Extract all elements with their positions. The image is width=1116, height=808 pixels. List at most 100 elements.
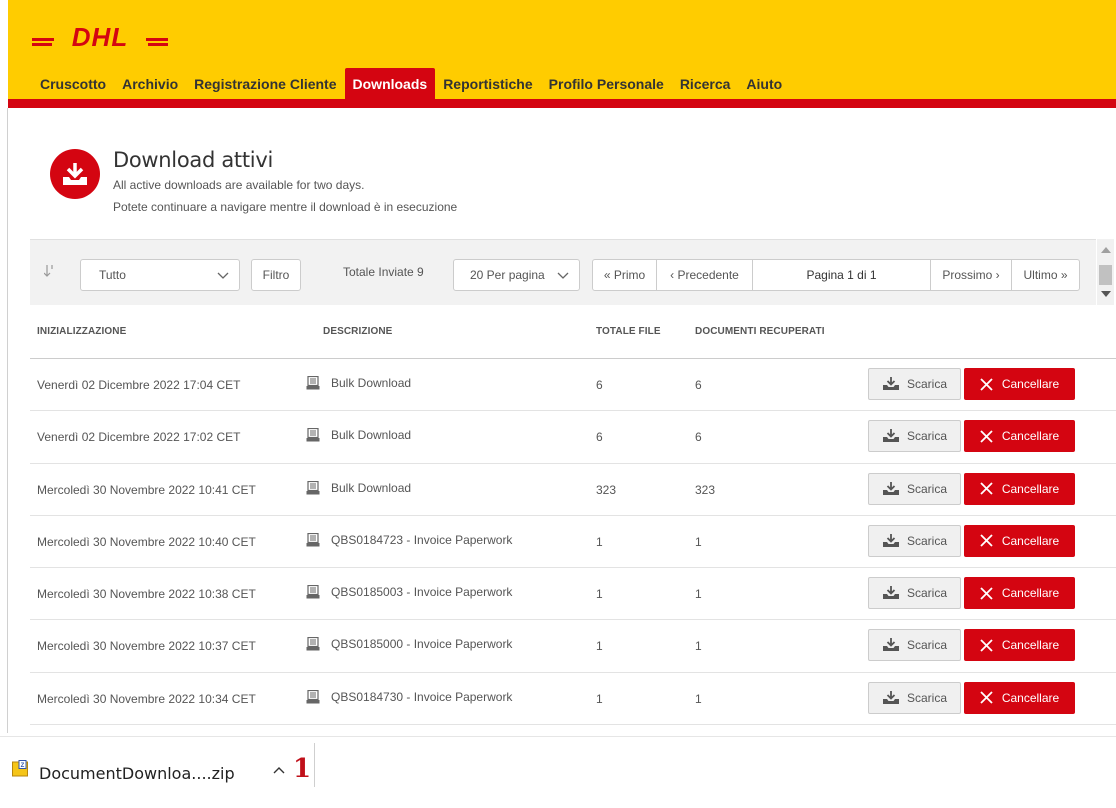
nav-item-ricerca[interactable]: Ricerca xyxy=(672,68,739,99)
download-button[interactable]: Scarica xyxy=(868,420,961,453)
dhl-logo[interactable]: DHL xyxy=(32,24,168,50)
table-row: Mercoledì 30 Novembre 2022 10:41 CET Bul… xyxy=(30,464,1116,516)
scrollbar[interactable] xyxy=(1097,239,1114,305)
row-date: Venerdì 02 Dicembre 2022 17:04 CET xyxy=(37,378,241,392)
row-documents-retrieved: 1 xyxy=(695,691,702,706)
column-header-desc: DESCRIZIONE xyxy=(323,326,393,337)
scroll-down-icon[interactable] xyxy=(1101,291,1111,297)
scroll-up-icon[interactable] xyxy=(1101,247,1111,253)
table-row: Mercoledì 30 Novembre 2022 10:38 CET QBS… xyxy=(30,568,1116,621)
nav-item-cruscotto[interactable]: Cruscotto xyxy=(32,68,114,99)
row-total-files: 1 xyxy=(596,639,603,654)
divider xyxy=(314,743,315,787)
document-icon xyxy=(306,532,320,547)
nav-item-registrazione-cliente[interactable]: Registrazione Cliente xyxy=(186,68,344,99)
row-description-text: Bulk Download xyxy=(331,376,412,390)
download-button[interactable]: Scarica xyxy=(868,524,961,557)
page-title: Download attivi xyxy=(113,148,273,172)
status-filter-value: Tutto xyxy=(99,268,126,282)
table-toolbar: Tutto Filtro Totale Inviate 9 20 Per pag… xyxy=(30,239,1096,305)
cancel-button[interactable]: Cancellare xyxy=(964,420,1075,453)
cancel-button[interactable]: Cancellare xyxy=(964,472,1075,505)
row-description-text: QBS0185003 - Invoice Paperwork xyxy=(331,585,513,600)
document-icon xyxy=(306,376,320,390)
cancel-button[interactable]: Cancellare xyxy=(964,368,1075,400)
row-total-files: 1 xyxy=(596,691,603,706)
download-file-name[interactable]: DocumentDownloa....zip xyxy=(39,764,235,783)
row-date: Mercoledì 30 Novembre 2022 10:40 CET xyxy=(37,534,256,549)
column-header-init: INIZIALIZZAZIONE xyxy=(37,326,127,337)
nav-item-archivio[interactable]: Archivio xyxy=(114,68,186,99)
per-page-value: 20 Per pagina xyxy=(470,268,545,282)
row-date: Venerdì 02 Dicembre 2022 17:02 CET xyxy=(37,430,241,445)
pagination-prev-button[interactable]: ‹ Precedente xyxy=(657,260,753,290)
cancel-button[interactable]: Cancellare xyxy=(964,577,1075,610)
row-description: Bulk Download xyxy=(306,376,411,390)
row-documents-retrieved: 1 xyxy=(695,639,702,654)
header-bar: DHL Cruscotto Archivio Registrazione Cli… xyxy=(8,0,1116,108)
table-row: Mercoledì 30 Novembre 2022 10:37 CET QBS… xyxy=(30,620,1116,673)
document-icon xyxy=(306,428,320,442)
nav-item-aiuto[interactable]: Aiuto xyxy=(738,68,790,99)
row-description: QBS0184730 - Invoice Paperwork xyxy=(306,689,513,704)
browser-download-bar: Z DocumentDownloa....zip 1 xyxy=(0,736,1116,808)
download-button-label: Scarica xyxy=(906,586,947,601)
svg-text:Z: Z xyxy=(21,763,25,769)
download-button[interactable]: Scarica xyxy=(868,577,961,610)
status-filter-select[interactable]: Tutto xyxy=(80,259,240,291)
row-description: QBS0185000 - Invoice Paperwork xyxy=(306,637,512,651)
sort-icon[interactable] xyxy=(44,264,56,278)
nav-item-reportistiche[interactable]: Reportistiche xyxy=(435,68,540,99)
download-button[interactable]: Scarica xyxy=(868,368,961,400)
document-icon xyxy=(306,480,320,495)
download-button-label: Scarica xyxy=(906,377,947,391)
nav-item-profilo-personale[interactable]: Profilo Personale xyxy=(541,68,672,99)
column-header-total: TOTALE FILE xyxy=(596,326,661,337)
row-description-text: QBS0184723 - Invoice Paperwork xyxy=(331,532,513,547)
document-icon xyxy=(306,637,320,651)
frame-border xyxy=(7,108,8,733)
chevron-down-icon xyxy=(217,272,229,279)
filter-button[interactable]: Filtro xyxy=(251,259,301,291)
cancel-button[interactable]: Cancellare xyxy=(964,681,1075,714)
download-button[interactable]: Scarica xyxy=(868,472,961,505)
cancel-button[interactable]: Cancellare xyxy=(964,524,1075,557)
download-button[interactable]: Scarica xyxy=(868,629,961,662)
scrollbar-thumb[interactable] xyxy=(1099,265,1112,285)
page-subtitle-navigation: Potete continuare a navigare mentre il d… xyxy=(113,200,458,214)
table-row: Mercoledì 30 Novembre 2022 10:34 CET QBS… xyxy=(30,673,1116,726)
download-tray-icon xyxy=(882,586,899,600)
pagination-first-button[interactable]: « Primo xyxy=(593,260,657,290)
pagination-next-button[interactable]: Prossimo › xyxy=(931,260,1012,290)
cancel-button-label: Cancellare xyxy=(1001,533,1060,548)
row-description-text: Bulk Download xyxy=(331,428,412,443)
nav-item-downloads[interactable]: Downloads xyxy=(344,68,436,99)
download-button[interactable]: Scarica xyxy=(868,681,961,714)
zip-file-icon[interactable]: Z xyxy=(12,760,28,778)
row-documents-retrieved: 323 xyxy=(695,482,716,497)
total-count: Totale Inviate 9 xyxy=(343,265,424,279)
row-documents-retrieved: 1 xyxy=(695,587,702,602)
cancel-button-label: Cancellare xyxy=(1001,586,1060,601)
row-total-files: 6 xyxy=(596,378,603,392)
row-total-files: 1 xyxy=(596,587,603,602)
page-subtitle-availability: All active downloads are available for t… xyxy=(113,178,365,192)
row-date: Mercoledì 30 Novembre 2022 10:38 CET xyxy=(37,587,256,602)
chevron-up-icon[interactable] xyxy=(273,766,285,774)
per-page-select[interactable]: 20 Per pagina xyxy=(453,259,580,291)
close-icon xyxy=(980,377,993,391)
cancel-button-label: Cancellare xyxy=(1001,690,1060,705)
row-total-files: 1 xyxy=(596,534,603,549)
downloads-table: Venerdì 02 Dicembre 2022 17:04 CET Bulk … xyxy=(30,359,1116,726)
close-icon xyxy=(980,534,993,548)
download-tray-icon xyxy=(882,638,899,652)
row-description-text: QBS0185000 - Invoice Paperwork xyxy=(331,637,513,652)
download-tray-icon xyxy=(882,690,899,704)
document-icon xyxy=(306,689,320,704)
table-row: Venerdì 02 Dicembre 2022 17:04 CET Bulk … xyxy=(30,359,1116,412)
row-description-text: QBS0184730 - Invoice Paperwork xyxy=(331,689,513,704)
download-button-label: Scarica xyxy=(906,638,947,653)
pagination-last-button[interactable]: Ultimo » xyxy=(1012,260,1079,290)
cancel-button[interactable]: Cancellare xyxy=(964,629,1075,662)
download-button-label: Scarica xyxy=(906,429,947,444)
